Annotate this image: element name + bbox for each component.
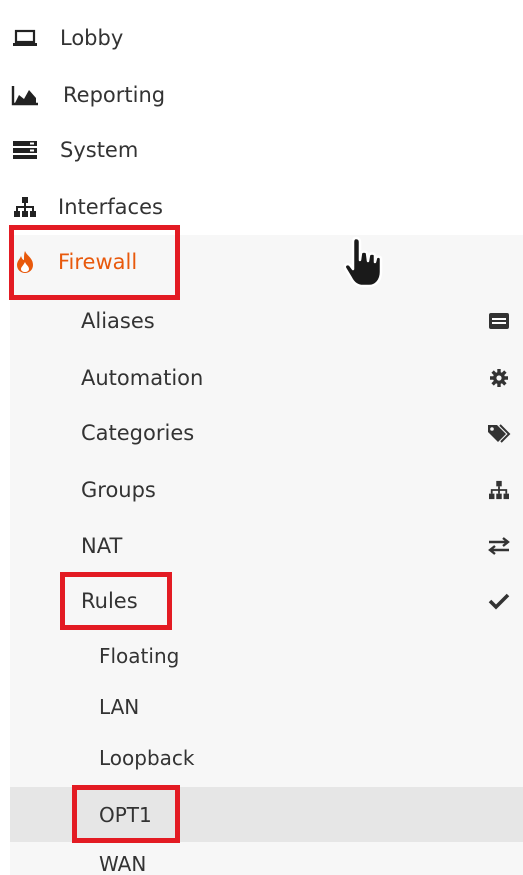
sidebar-item-categories[interactable]: Categories [10, 404, 523, 461]
sidebar-item-aliases[interactable]: Aliases [10, 292, 523, 349]
sidebar-item-nat[interactable]: NAT [10, 517, 523, 574]
sidebar-item-label: WAN [99, 852, 147, 875]
sidebar-item-system[interactable]: System [0, 122, 523, 178]
server-icon [10, 135, 40, 165]
sidebar-item-label: Interfaces [58, 195, 163, 219]
sidebar-item-label: LAN [99, 695, 140, 719]
sidebar-item-label: Reporting [63, 83, 166, 107]
sitemap-icon [487, 478, 511, 502]
sidebar-menu: Lobby Reporting System Interfaces Firewa… [0, 0, 523, 875]
sidebar-item-label: Categories [81, 420, 195, 445]
sidebar-item-label: Firewall [58, 250, 138, 274]
sidebar-item-floating[interactable]: Floating [10, 630, 523, 682]
sitemap-icon [10, 192, 40, 222]
list-alt-icon [487, 309, 511, 333]
sidebar-item-label: Aliases [81, 308, 155, 333]
sidebar-item-rules[interactable]: Rules [10, 572, 523, 629]
laptop-icon [10, 23, 40, 53]
gear-icon [487, 366, 511, 390]
sidebar-item-label: NAT [81, 533, 123, 558]
sidebar-item-automation[interactable]: Automation [10, 349, 523, 406]
sidebar-item-label: Lobby [60, 26, 124, 50]
sidebar-item-groups[interactable]: Groups [10, 461, 523, 518]
fire-icon [10, 247, 40, 277]
sidebar-item-interfaces[interactable]: Interfaces [0, 179, 523, 235]
sidebar-item-wan[interactable]: WAN [10, 842, 523, 875]
sidebar-item-firewall[interactable]: Firewall [0, 234, 523, 290]
hand-cursor-icon [338, 234, 396, 292]
sidebar-item-lan[interactable]: LAN [10, 681, 523, 733]
sidebar-item-opt1[interactable]: OPT1 [10, 787, 523, 842]
sidebar-item-label: Groups [81, 477, 156, 502]
check-icon [487, 589, 511, 613]
sidebar-item-label: Automation [81, 365, 204, 390]
area-chart-icon [10, 80, 40, 110]
sidebar-item-lobby[interactable]: Lobby [0, 10, 523, 66]
tags-icon [487, 421, 511, 445]
sidebar-item-label: OPT1 [99, 802, 152, 827]
exchange-icon [487, 534, 511, 558]
sidebar-item-label: Rules [81, 588, 138, 613]
sidebar-item-reporting[interactable]: Reporting [0, 67, 523, 123]
sidebar-item-loopback[interactable]: Loopback [10, 732, 523, 784]
sidebar-item-label: System [60, 138, 139, 162]
sidebar-item-label: Floating [99, 644, 180, 668]
sidebar-item-label: Loopback [99, 746, 195, 770]
